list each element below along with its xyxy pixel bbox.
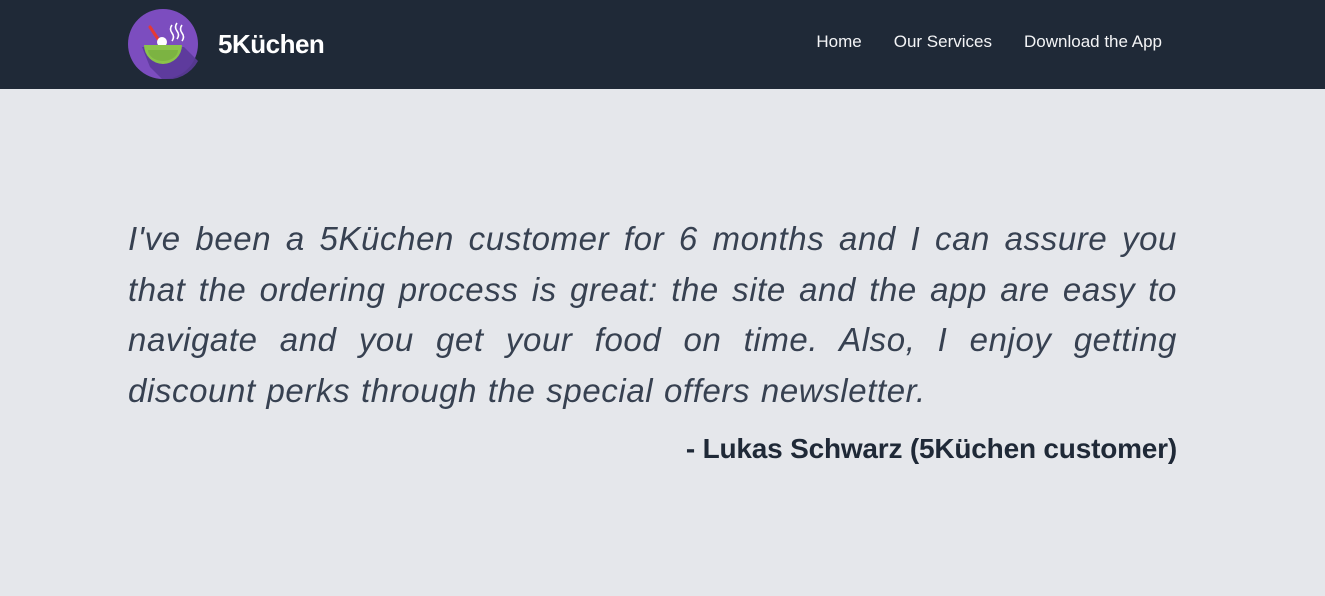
- brand-link[interactable]: 5Küchen: [128, 9, 325, 79]
- nav-link-home[interactable]: Home: [816, 32, 861, 52]
- testimonial-author: - Lukas Schwarz (5Küchen customer): [685, 433, 1177, 464]
- nav-link-download-app[interactable]: Download the App: [1024, 32, 1162, 52]
- main-nav: Home Our Services Download the App: [816, 32, 1162, 52]
- top-navbar: 5Küchen Home Our Services Download the A…: [0, 0, 1325, 89]
- testimonial-quote: I've been a 5Küchen customer for 6 month…: [128, 220, 1177, 409]
- brand-name: 5Küchen: [218, 28, 325, 59]
- nav-link-our-services[interactable]: Our Services: [894, 32, 992, 52]
- testimonial-section: I've been a 5Küchen customer for 6 month…: [128, 214, 1177, 465]
- soup-bowl-icon: [128, 9, 198, 79]
